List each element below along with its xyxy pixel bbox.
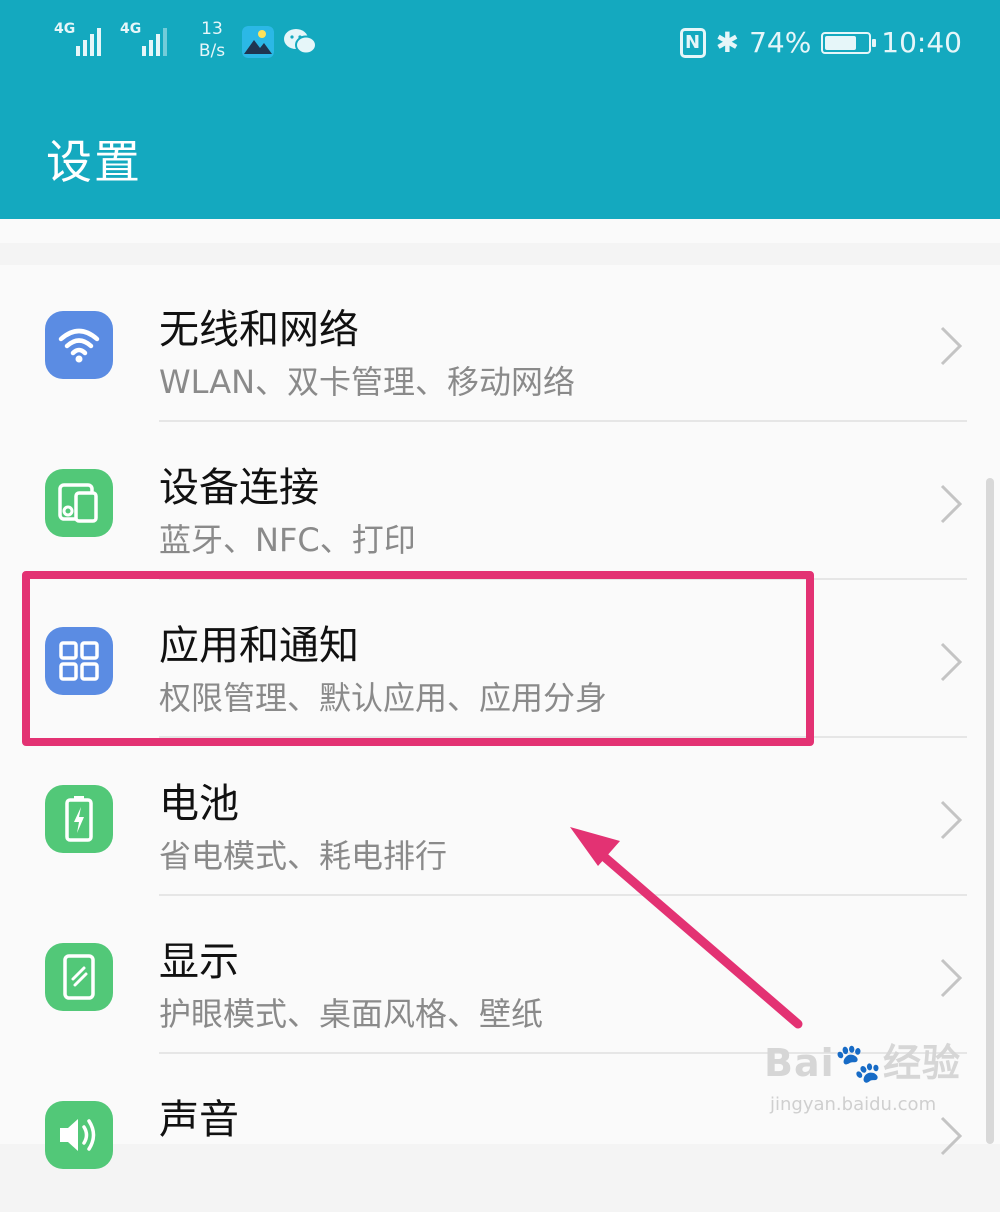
paw-icon: 🐾 xyxy=(834,1041,883,1085)
watermark-brand: Bai🐾经验 xyxy=(764,1041,961,1085)
watermark-site: jingyan.baidu.com xyxy=(770,1094,937,1115)
annotation-arrow xyxy=(570,827,803,1029)
baidu-watermark: Bai🐾经验 jingyan.baidu.com xyxy=(764,1032,964,1132)
